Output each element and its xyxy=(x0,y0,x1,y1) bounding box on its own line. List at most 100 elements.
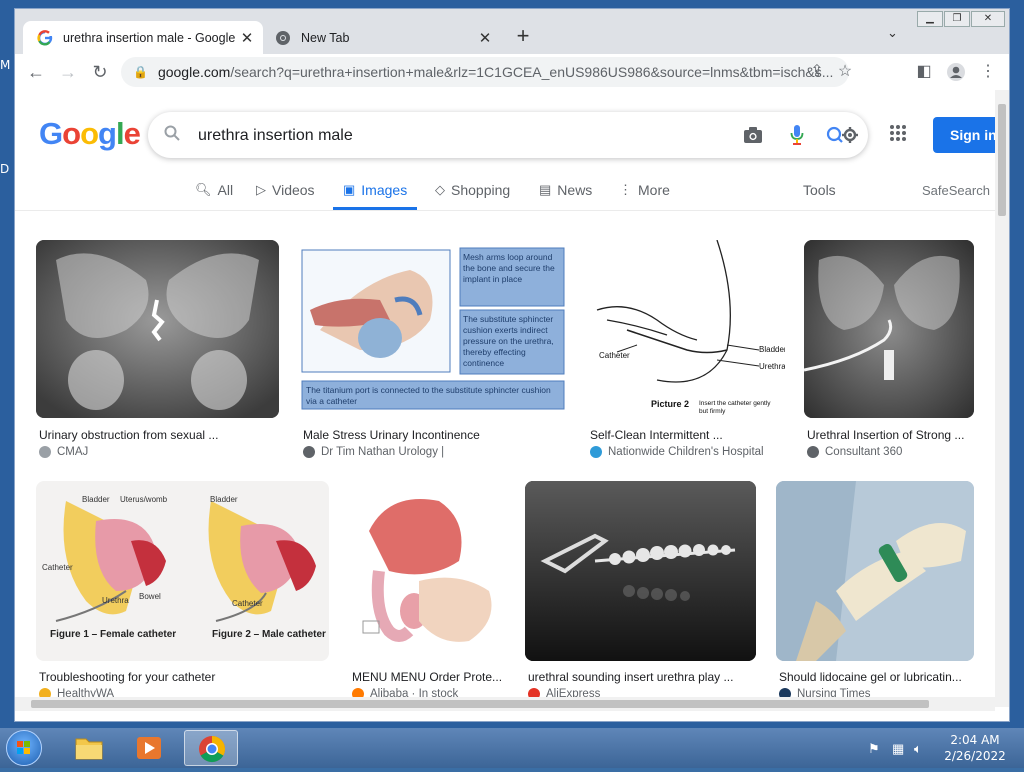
close-window-icon[interactable]: ✕ xyxy=(971,11,1005,27)
tab-videos[interactable]: ▷ Videos xyxy=(256,182,315,210)
volume-icon[interactable]: 🔈︎ xyxy=(914,741,922,757)
result-thumbnail[interactable] xyxy=(36,240,279,418)
bookmark-star-icon[interactable]: ☆ xyxy=(831,57,859,87)
tab-label: All xyxy=(217,182,234,198)
side-panel-icon[interactable]: ◧ xyxy=(911,59,937,85)
logo-letter: o xyxy=(62,116,81,151)
chrome-favicon-icon xyxy=(276,30,290,45)
result-thumbnail[interactable] xyxy=(525,481,756,661)
result-thumbnail[interactable] xyxy=(349,481,505,661)
diagram-label: The titanium port is connected to the su… xyxy=(306,385,551,406)
result-source[interactable]: Dr Tim Nathan Urology | xyxy=(303,446,444,458)
result-caption[interactable]: Should lidocaine gel or lubricatin... xyxy=(779,670,974,684)
tab-more[interactable]: ⋮ More xyxy=(619,182,670,210)
result-thumbnail[interactable] xyxy=(776,481,974,661)
camera-icon[interactable] xyxy=(738,120,768,150)
result-source[interactable]: CMAJ xyxy=(39,446,88,458)
microphone-icon[interactable] xyxy=(782,120,812,150)
globe-icon xyxy=(807,446,819,458)
diagram-label: Catheter xyxy=(599,351,630,360)
result-thumbnail[interactable]: Catheter Bladder Urethra Picture 2 Inser… xyxy=(587,240,785,418)
tab-title: New Tab xyxy=(301,30,350,45)
forward-arrow-icon[interactable]: → xyxy=(55,59,81,85)
taskbar: ⚑ ▦ 🔈︎ 2:04 AM 2/26/2022 xyxy=(0,728,1024,768)
site-favicon-icon xyxy=(39,446,51,458)
browser-menu-icon[interactable]: ⋮ xyxy=(975,59,1001,85)
tab-label: Videos xyxy=(272,182,315,198)
result-caption[interactable]: Troubleshooting for your catheter xyxy=(39,670,329,684)
horizontal-scrollbar[interactable] xyxy=(15,697,995,711)
chrome-taskbar-icon[interactable] xyxy=(184,730,238,766)
new-tab-button[interactable]: + xyxy=(511,23,535,49)
profile-avatar-icon[interactable] xyxy=(943,59,969,85)
diagram-label: Figure 2 – Male catheter xyxy=(212,629,326,640)
tools-button[interactable]: Tools xyxy=(803,182,836,198)
desktop-icon-label[interactable]: D xyxy=(0,162,9,176)
tab-google-search[interactable]: urethra insertion male - Google S ✕ xyxy=(23,21,263,54)
result-source[interactable]: Nationwide Children's Hospital xyxy=(590,446,764,458)
start-button[interactable] xyxy=(6,730,42,766)
diagram-label: Catheter xyxy=(42,563,73,572)
result-caption[interactable]: Urinary obstruction from sexual ... xyxy=(39,428,279,442)
logo-letter: o xyxy=(80,116,99,151)
site-favicon-icon xyxy=(590,446,602,458)
close-tab-icon[interactable]: ✕ xyxy=(475,29,495,47)
result-caption[interactable]: Male Stress Urinary Incontinence xyxy=(303,428,568,442)
url-host: google.com xyxy=(157,64,231,80)
tab-news[interactable]: ▤ News xyxy=(539,182,592,210)
tab-label: Images xyxy=(361,182,408,198)
network-icon[interactable]: ▦ xyxy=(892,741,904,757)
search-icon xyxy=(164,125,180,146)
tab-new-tab[interactable]: New Tab ✕ xyxy=(265,21,501,54)
result-source[interactable]: Consultant 360 xyxy=(807,446,902,458)
tab-title: urethra insertion male - Google S xyxy=(63,30,237,45)
image-icon: ▣ xyxy=(343,182,356,197)
browser-window: urethra insertion male - Google S ✕ New … xyxy=(14,8,1010,722)
result-caption[interactable]: Self-Clean Intermittent ... xyxy=(590,428,788,442)
lock-icon: 🔒 xyxy=(133,65,148,79)
vertical-scrollbar[interactable] xyxy=(995,90,1009,707)
address-bar[interactable]: 🔒 google.com/search?q=urethra+insertion+… xyxy=(121,57,852,87)
result-caption[interactable]: MENU MENU Order Prote... xyxy=(352,670,504,684)
back-arrow-icon[interactable]: ← xyxy=(23,59,49,85)
diagram-label: Bladder xyxy=(759,345,785,354)
diagram-label: Catheter xyxy=(232,599,263,608)
file-explorer-icon[interactable] xyxy=(62,730,116,766)
desktop-icon-label[interactable]: M xyxy=(0,58,10,72)
tab-search-chevron-icon[interactable]: ⌄ xyxy=(887,25,898,41)
safesearch-button[interactable]: SafeSearch xyxy=(922,183,990,198)
system-clock[interactable]: 2:04 AM 2/26/2022 xyxy=(938,732,1012,764)
google-logo[interactable]: Google xyxy=(39,116,141,152)
close-tab-icon[interactable]: ✕ xyxy=(237,29,257,47)
reload-icon[interactable]: ↻ xyxy=(87,59,113,85)
tab-shopping[interactable]: ◇ Shopping xyxy=(435,182,510,210)
result-caption[interactable]: urethral sounding insert urethra play ..… xyxy=(528,670,756,684)
result-thumbnail[interactable]: Bladder Uterus/womb Bladder Catheter Bow… xyxy=(36,481,329,661)
diagram-label: The substitute sphincter cushion exerts … xyxy=(463,314,554,368)
google-apps-grid-icon[interactable] xyxy=(889,124,907,147)
search-input[interactable] xyxy=(196,120,720,152)
tab-all[interactable]: 🔍︎ All xyxy=(195,182,233,210)
restore-icon[interactable]: ❐ xyxy=(944,11,970,27)
share-icon[interactable]: ⇪ xyxy=(803,57,831,87)
result-caption[interactable]: Urethral Insertion of Strong ... xyxy=(807,428,975,442)
scrollbar-thumb[interactable] xyxy=(31,700,929,708)
action-center-flag-icon[interactable]: ⚑ xyxy=(868,741,880,757)
scrollbar-thumb[interactable] xyxy=(998,104,1006,216)
source-name: CMAJ xyxy=(57,446,89,458)
tab-images[interactable]: ▣ Images xyxy=(333,182,418,210)
tab-label: News xyxy=(557,182,593,198)
result-thumbnail[interactable] xyxy=(804,240,974,418)
media-player-icon[interactable] xyxy=(122,730,176,766)
diagram-label: Bladder xyxy=(210,495,238,504)
tab-label: Shopping xyxy=(451,182,511,198)
result-thumbnail[interactable]: Mesh arms loop around the bone and secur… xyxy=(300,240,568,418)
minimize-icon[interactable]: ▁ xyxy=(917,11,943,27)
clock-time: 2:04 AM xyxy=(950,733,1000,747)
diagram-label: Urethra xyxy=(102,596,129,605)
page-content: Google Sign in 🔍︎ All ▷ Videos ▣ Images ◇ xyxy=(15,90,995,707)
search-icon: 🔍︎ xyxy=(195,182,212,197)
search-settings-icon[interactable] xyxy=(826,120,858,150)
sign-in-button[interactable]: Sign in xyxy=(933,117,995,153)
logo-letter: G xyxy=(39,116,63,151)
